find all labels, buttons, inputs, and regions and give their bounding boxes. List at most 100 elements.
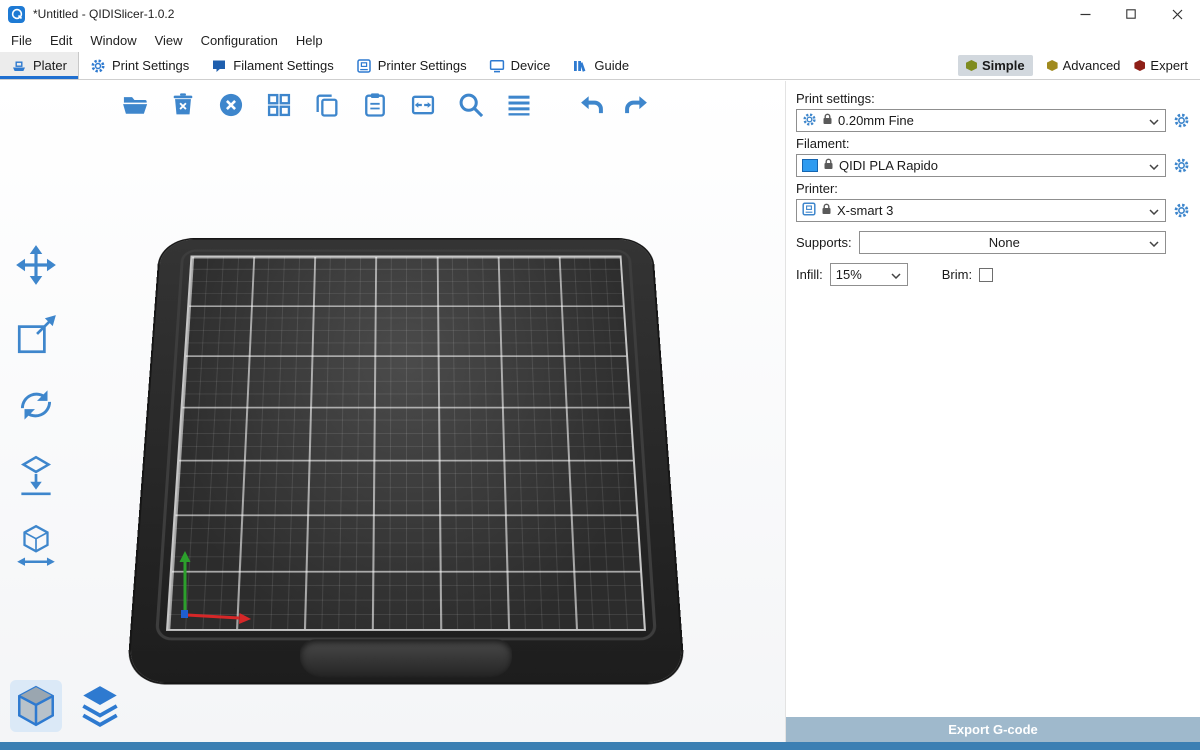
- gear-icon: [90, 58, 106, 74]
- print-settings-gear-button[interactable]: [1172, 112, 1190, 130]
- arrange-button[interactable]: [260, 86, 298, 124]
- lock-icon: [823, 158, 834, 173]
- mode-expert[interactable]: Expert: [1134, 58, 1188, 73]
- printer-select[interactable]: X-smart 3: [796, 199, 1166, 222]
- export-gcode-button[interactable]: Export G-code: [786, 717, 1200, 742]
- menu-edit[interactable]: Edit: [41, 31, 81, 50]
- menu-file[interactable]: File: [2, 31, 41, 50]
- filament-select[interactable]: QIDI PLA Rapido: [796, 154, 1166, 177]
- chevron-down-icon: [1149, 203, 1159, 218]
- copy-button[interactable]: [308, 86, 346, 124]
- move-button[interactable]: [8, 237, 64, 293]
- redo-icon: [623, 91, 651, 119]
- plater-toolbar: [116, 86, 656, 124]
- chevron-down-icon: [1149, 158, 1159, 173]
- tab-printer-settings[interactable]: Printer Settings: [345, 52, 478, 79]
- filament-label: Filament:: [796, 136, 1190, 151]
- chevron-down-icon: [1149, 113, 1159, 128]
- open-file-button[interactable]: [116, 86, 154, 124]
- menu-view[interactable]: View: [146, 31, 192, 50]
- chevron-down-icon: [891, 267, 901, 282]
- supports-value: None: [865, 235, 1144, 250]
- menu-window[interactable]: Window: [81, 31, 145, 50]
- filament-icon: [211, 58, 227, 74]
- tab-plater[interactable]: Plater: [0, 52, 79, 79]
- mode-advanced[interactable]: Advanced: [1047, 58, 1121, 73]
- supports-select[interactable]: None: [859, 231, 1166, 254]
- advanced-mode-dot: [1047, 60, 1058, 71]
- scale-button[interactable]: [8, 307, 64, 363]
- print-settings-select[interactable]: 0.20mm Fine: [796, 109, 1166, 132]
- search-icon: [457, 91, 485, 119]
- mode-simple[interactable]: Simple: [958, 55, 1033, 76]
- split-button[interactable]: [404, 86, 442, 124]
- brim-checkbox[interactable]: [979, 268, 993, 282]
- split-icon: [409, 91, 437, 119]
- cube-3d-icon: [13, 683, 59, 729]
- close-button[interactable]: [1154, 0, 1200, 28]
- bottom-status-strip: [0, 742, 1200, 750]
- redo-button[interactable]: [618, 86, 656, 124]
- supports-label: Supports:: [796, 235, 852, 250]
- search-button[interactable]: [452, 86, 490, 124]
- layers-lines-icon: [505, 91, 533, 119]
- tab-filament-settings[interactable]: Filament Settings: [200, 52, 344, 79]
- infill-select[interactable]: 15%: [830, 263, 908, 286]
- preview-button[interactable]: [74, 680, 126, 732]
- window-title: *Untitled - QIDISlicer-1.0.2: [33, 7, 174, 21]
- circle-x-icon: [217, 91, 245, 119]
- tab-label: Plater: [33, 58, 67, 73]
- maximize-button[interactable]: [1108, 0, 1154, 28]
- printer-gear-button[interactable]: [1172, 202, 1190, 220]
- delete-all-button[interactable]: [212, 86, 250, 124]
- infill-value: 15%: [836, 267, 886, 282]
- layers-stack-icon: [77, 683, 123, 729]
- gear-icon: [1173, 112, 1190, 129]
- device-icon: [489, 58, 505, 74]
- folder-open-icon: [121, 91, 149, 119]
- variable-layer-height-button[interactable]: [500, 86, 538, 124]
- copy-icon: [313, 91, 341, 119]
- rotate-button[interactable]: [8, 377, 64, 433]
- paste-button[interactable]: [356, 86, 394, 124]
- mode-switcher: Simple Advanced Expert: [958, 52, 1200, 79]
- printer-icon: [356, 58, 372, 74]
- tab-device[interactable]: Device: [478, 52, 562, 79]
- gear-icon: [1173, 202, 1190, 219]
- filament-gear-button[interactable]: [1172, 157, 1190, 175]
- 3d-viewport[interactable]: [0, 81, 785, 742]
- plater-icon: [11, 58, 27, 74]
- printer-icon: [802, 202, 816, 219]
- tab-guide[interactable]: Guide: [561, 52, 640, 79]
- delete-button[interactable]: [164, 86, 202, 124]
- window-controls: [1062, 0, 1200, 28]
- close-icon: [1172, 9, 1183, 20]
- gear-icon: [1173, 157, 1190, 174]
- measure-button[interactable]: [8, 517, 64, 573]
- printer-value: X-smart 3: [837, 203, 1144, 218]
- z-axis-marker: [181, 610, 188, 618]
- menu-configuration[interactable]: Configuration: [192, 31, 287, 50]
- filament-color-swatch: [802, 159, 818, 172]
- tabbar: Plater Print Settings Filament Settings …: [0, 52, 1200, 80]
- tab-label: Filament Settings: [233, 58, 333, 73]
- minimize-button[interactable]: [1062, 0, 1108, 28]
- undo-redo-group: [572, 86, 656, 124]
- undo-button[interactable]: [572, 86, 610, 124]
- 3d-editor-view-button[interactable]: [10, 680, 62, 732]
- tab-print-settings[interactable]: Print Settings: [79, 52, 200, 79]
- filament-value: QIDI PLA Rapido: [839, 158, 1144, 173]
- place-on-face-button[interactable]: [8, 447, 64, 503]
- mode-label: Simple: [982, 58, 1025, 73]
- chevron-down-icon: [1149, 235, 1159, 250]
- print-bed[interactable]: [146, 187, 666, 707]
- menu-help[interactable]: Help: [287, 31, 332, 50]
- arrange-grid-icon: [265, 91, 293, 119]
- mode-label: Advanced: [1063, 58, 1121, 73]
- minimize-icon: [1080, 9, 1091, 20]
- infill-label: Infill:: [796, 267, 823, 282]
- move-icon: [13, 242, 59, 288]
- brim-label: Brim:: [942, 267, 972, 282]
- app-logo-icon: [8, 6, 25, 23]
- paste-icon: [361, 91, 389, 119]
